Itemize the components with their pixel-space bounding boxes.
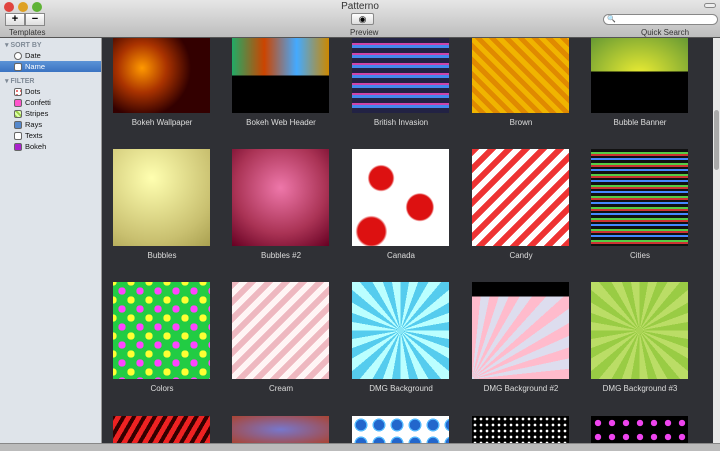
template-grid: Bokeh Wallpaper Bokeh Web Header British I… xyxy=(103,38,713,443)
stripes-icon xyxy=(14,109,22,118)
template-thumbnail[interactable] xyxy=(352,38,449,113)
sidebar-item-date[interactable]: Date xyxy=(0,50,101,61)
window-title: Patterno xyxy=(341,1,379,12)
sidebar-item-name[interactable]: Name xyxy=(0,61,101,72)
filter-label: FILTER xyxy=(10,78,35,85)
template-thumbnail[interactable] xyxy=(472,416,569,443)
sidebar-item-label: Date xyxy=(25,51,41,60)
dots-icon xyxy=(14,87,22,96)
remove-template-button[interactable]: − xyxy=(25,13,45,26)
sort-by-label: SORT BY xyxy=(10,42,42,49)
toolbar: Patterno + − Templates ◉ Preview 🔍 Quick… xyxy=(0,0,720,38)
sidebar-item-stripes[interactable]: Stripes xyxy=(0,108,101,119)
add-template-button[interactable]: + xyxy=(5,13,25,26)
sidebar-item-label: Rays xyxy=(25,120,43,129)
template-thumbnail[interactable] xyxy=(472,282,569,379)
template-thumbnail[interactable] xyxy=(591,416,688,443)
template-name: Bokeh Web Header xyxy=(246,118,316,127)
eye-icon: ◉ xyxy=(358,14,367,24)
vertical-scrollbar[interactable] xyxy=(713,38,720,443)
template-name: Bubbles #2 xyxy=(260,251,302,260)
sidebar-item-label: Bokeh xyxy=(25,142,47,151)
quick-search-label: Quick Search xyxy=(641,28,690,37)
scrollbar-thumb[interactable] xyxy=(714,110,719,170)
template-name: DMG Background xyxy=(369,384,433,393)
texts-icon xyxy=(14,131,22,140)
template-thumbnail[interactable] xyxy=(232,282,329,379)
sort-by-header: ▾ SORT BY xyxy=(5,42,42,49)
filter-header: ▾ FILTER xyxy=(5,78,35,85)
toolbar-toggle-button[interactable] xyxy=(704,3,716,8)
template-thumbnail[interactable] xyxy=(113,282,210,379)
template-thumbnail[interactable] xyxy=(591,38,688,113)
template-thumbnail[interactable] xyxy=(591,282,688,379)
template-thumbnail[interactable] xyxy=(472,38,569,113)
template-thumbnail[interactable] xyxy=(352,282,449,379)
template-thumbnail[interactable] xyxy=(352,149,449,246)
template-name: Cities xyxy=(629,251,650,260)
template-thumbnail[interactable] xyxy=(591,149,688,246)
templates-label: Templates xyxy=(9,28,46,37)
template-thumbnail[interactable] xyxy=(113,38,210,113)
sidebar-item-label: Dots xyxy=(25,87,41,96)
sidebar-item-dots[interactable]: Dots xyxy=(0,86,101,97)
template-thumbnail[interactable] xyxy=(113,149,210,246)
quick-search-input[interactable]: 🔍 xyxy=(603,14,718,25)
template-thumbnail[interactable] xyxy=(352,416,449,443)
status-bar xyxy=(0,443,720,451)
template-name: British Invasion xyxy=(373,118,429,127)
template-name: Cream xyxy=(268,384,293,393)
template-name: Bubble Banner xyxy=(613,118,667,127)
sidebar: ▾ SORT BY Date Name ▾ FILTER Dots Confet… xyxy=(0,38,102,443)
sidebar-item-label: Stripes xyxy=(25,109,49,118)
clock-icon xyxy=(14,51,22,60)
template-thumbnail[interactable] xyxy=(232,149,329,246)
sidebar-item-texts[interactable]: Texts xyxy=(0,130,101,141)
sidebar-item-bokeh[interactable]: Bokeh xyxy=(0,141,101,152)
search-icon: 🔍 xyxy=(607,16,616,23)
template-name: Canada xyxy=(386,251,416,260)
template-thumbnail[interactable] xyxy=(232,416,329,443)
sidebar-item-confetti[interactable]: Confetti xyxy=(0,97,101,108)
preview-button[interactable]: ◉ xyxy=(351,13,374,25)
preview-label: Preview xyxy=(350,28,379,37)
template-thumbnail[interactable] xyxy=(472,149,569,246)
template-name: DMG Background #3 xyxy=(602,384,678,393)
sidebar-item-label: Confetti xyxy=(25,98,51,107)
sidebar-item-label: Name xyxy=(25,62,46,71)
template-thumbnail[interactable] xyxy=(113,416,210,443)
bokeh-icon xyxy=(14,142,22,151)
confetti-icon xyxy=(14,98,22,107)
sidebar-item-label: Texts xyxy=(25,131,43,140)
name-icon xyxy=(14,62,22,71)
sidebar-item-rays[interactable]: Rays xyxy=(0,119,101,130)
template-thumbnail[interactable] xyxy=(232,38,329,113)
rays-icon xyxy=(14,120,22,129)
